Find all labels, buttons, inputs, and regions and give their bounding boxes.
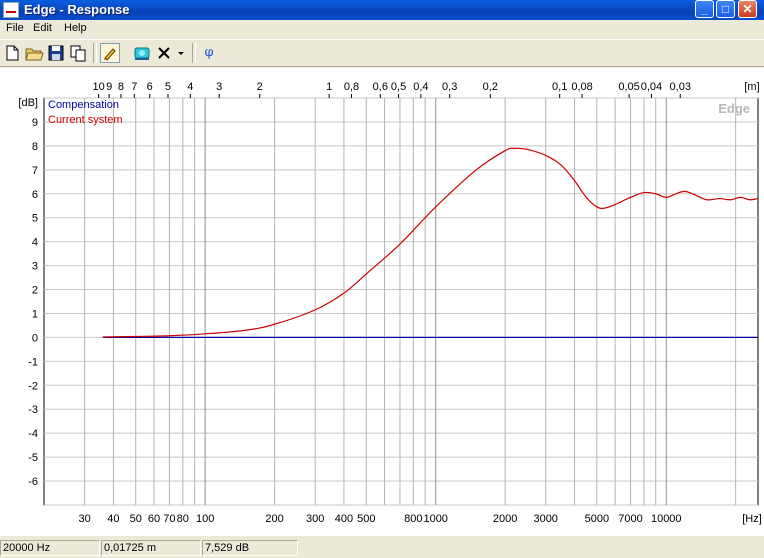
menu-bar: File Edit Help <box>0 20 764 38</box>
top-tick-label: 0,4 <box>413 81 428 93</box>
top-tick-label: 1 <box>326 81 332 93</box>
legend-current-system: Current system <box>48 114 123 126</box>
response-chart[interactable]: 9 8 7 6 5 4 3 2 1 0 -1 -2 -3 -4 -5 -6 [dB] 30 40 50 60 70 80 10… <box>0 68 764 536</box>
menu-edit[interactable]: Edit <box>33 22 52 34</box>
x-tick-label: 60 <box>148 513 160 525</box>
toolbar-separator <box>93 43 97 63</box>
top-tick-label: 0,03 <box>670 81 691 93</box>
x-tick-label: 70 <box>163 513 175 525</box>
chevron-down-icon <box>178 52 184 55</box>
top-tick-label: 0,8 <box>344 81 359 93</box>
y-tick-label: -3 <box>28 404 38 416</box>
close-button[interactable]: ✕ <box>738 0 757 18</box>
top-tick-label: 10 <box>92 81 104 93</box>
watermark: Edge <box>718 101 750 116</box>
x-unit-label: [Hz] <box>742 513 762 525</box>
minimize-button[interactable]: _ <box>695 0 714 18</box>
top-tick-label: 4 <box>187 81 193 93</box>
toolbar: φ <box>0 39 764 67</box>
top-tick-label: 6 <box>147 81 153 93</box>
speaker-icon <box>134 47 150 60</box>
top-tick-label: 0,05 <box>618 81 639 93</box>
plot-area <box>43 97 759 506</box>
x-tick-label: 40 <box>107 513 119 525</box>
y-tick-label: 2 <box>32 285 38 297</box>
top-tick-label: 0,08 <box>571 81 592 93</box>
top-tick-label: 7 <box>131 81 137 93</box>
y-tick-label: -1 <box>28 356 38 368</box>
speaker-button[interactable] <box>132 43 152 63</box>
status-level: 7,529 dB <box>202 540 298 556</box>
x-tick-label: 3000 <box>533 513 557 525</box>
new-file-button[interactable] <box>2 43 22 63</box>
menu-help[interactable]: Help <box>64 22 87 34</box>
x-tick-label: 100 <box>196 513 214 525</box>
phase-button[interactable]: φ <box>199 43 219 63</box>
top-tick-label: 0,6 <box>373 81 388 93</box>
top-tick-label: 0,3 <box>442 81 457 93</box>
copy-icon <box>70 45 86 62</box>
save-button[interactable] <box>46 43 66 63</box>
top-tick-label: 5 <box>165 81 171 93</box>
x-tick-label: 1000 <box>423 513 447 525</box>
y-tick-label: 7 <box>32 165 38 177</box>
y-tick-label: -6 <box>28 476 38 488</box>
open-button[interactable] <box>24 43 44 63</box>
x-tick-label: 200 <box>265 513 283 525</box>
copy-button[interactable] <box>68 43 88 63</box>
top-unit-label: [m] <box>744 81 759 93</box>
x-tick-label: 30 <box>78 513 90 525</box>
top-tick-label: 9 <box>106 81 112 93</box>
y-tick-label: -4 <box>28 428 38 440</box>
menu-file[interactable]: File <box>6 22 24 34</box>
y-tick-label: 3 <box>32 261 38 273</box>
delete-x-icon <box>158 47 170 59</box>
legend-compensation: Compensation <box>48 99 119 111</box>
status-distance: 0,01725 m <box>101 540 201 556</box>
y-tick-label: 1 <box>32 308 38 320</box>
y-tick-label: 9 <box>32 117 38 129</box>
top-tick-label: 0,5 <box>391 81 406 93</box>
x-tick-label: 2000 <box>493 513 517 525</box>
response-plot[interactable]: 9876543210-1-2-3-4-5-6[dB]30 40 50 60 70 80 10… <box>0 68 764 536</box>
y-unit-label: [dB] <box>18 97 38 109</box>
pencil-icon <box>104 48 116 61</box>
maximize-button[interactable]: □ <box>716 0 735 18</box>
top-tick-label: 8 <box>118 81 124 93</box>
y-tick-label: 6 <box>32 189 38 201</box>
window-title: Edge - Response <box>24 2 130 17</box>
top-tick-label: 0,04 <box>641 81 662 93</box>
x-tick-label: 50 <box>130 513 142 525</box>
app-icon <box>3 2 19 18</box>
top-tick-label: 0,2 <box>483 81 498 93</box>
status-bar: 20000 Hz 0,01725 m 7,529 dB <box>0 538 764 558</box>
title-bar: Edge - Response _ □ ✕ <box>0 0 764 20</box>
toolbar-separator <box>192 43 196 63</box>
x-tick-label: 800 <box>404 513 422 525</box>
delete-button[interactable] <box>154 43 174 63</box>
x-tick-label: 5000 <box>585 513 609 525</box>
y-tick-label: 8 <box>32 141 38 153</box>
x-tick-label: 80 <box>177 513 189 525</box>
new-file-icon <box>6 45 19 61</box>
y-tick-label: -2 <box>28 380 38 392</box>
draw-curve-button[interactable] <box>100 43 120 63</box>
top-tick-label: 0,1 <box>552 81 567 93</box>
x-tick-label: 7000 <box>618 513 642 525</box>
y-tick-label: -5 <box>28 452 38 464</box>
save-disk-icon <box>48 45 64 61</box>
open-folder-icon <box>25 48 44 61</box>
x-tick-label: 400 <box>335 513 353 525</box>
x-tick-label: 500 <box>357 513 375 525</box>
y-tick-label: 0 <box>32 332 38 344</box>
x-tick-label: 300 <box>306 513 324 525</box>
y-tick-label: 5 <box>32 213 38 225</box>
x-tick-label: 10000 <box>651 513 682 525</box>
y-tick-label: 4 <box>32 237 38 249</box>
top-tick-label: 3 <box>216 81 222 93</box>
top-tick-label: 2 <box>257 81 263 93</box>
delete-dropdown-button[interactable] <box>175 43 187 63</box>
status-frequency: 20000 Hz <box>0 540 100 556</box>
